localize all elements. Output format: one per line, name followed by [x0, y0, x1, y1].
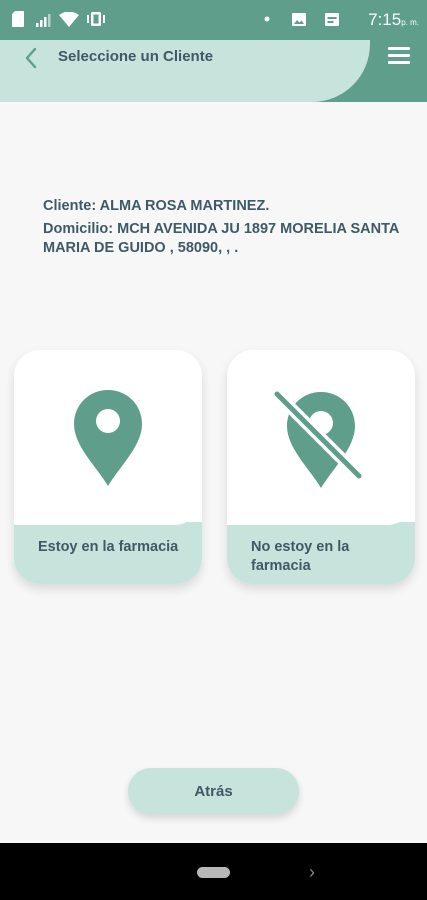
- menu-button[interactable]: [386, 44, 412, 66]
- wifi-icon: [59, 12, 79, 27]
- option-in-pharmacy[interactable]: Estoy en la farmacia: [14, 350, 202, 584]
- page-title: Seleccione un Cliente: [58, 48, 214, 65]
- dot-icon: [264, 16, 270, 22]
- calendar-icon: [325, 13, 339, 26]
- system-navigation-bar: ›: [0, 843, 427, 900]
- back-arrow-button[interactable]: [18, 45, 44, 71]
- client-address: Domicilio: MCH AVENIDA JU 1897 MORELIA S…: [43, 221, 399, 256]
- option-not-in-pharmacy[interactable]: No estoy en la farmacia: [227, 350, 415, 584]
- client-info: Cliente: ALMA ROSA MARTINEZ. Domicilio: …: [43, 197, 403, 258]
- status-bar: 7:15p. m.: [0, 0, 427, 40]
- vibrate-icon: [87, 12, 105, 26]
- chevron-left-icon: [25, 47, 37, 69]
- nav-chevron-right-icon[interactable]: ›: [309, 862, 315, 883]
- signal-icon: [36, 14, 51, 27]
- option-label: Estoy en la farmacia: [38, 539, 179, 555]
- map-pin-icon: [74, 390, 142, 486]
- client-name: Cliente: ALMA ROSA MARTINEZ.: [43, 198, 270, 214]
- status-time: 7:15p. m.: [368, 10, 419, 29]
- map-pin-off-icon: [271, 388, 365, 488]
- home-pill-button[interactable]: [197, 867, 230, 878]
- option-label: No estoy en la farmacia: [251, 539, 350, 574]
- image-icon: [292, 13, 306, 26]
- sd-card-icon: [12, 11, 24, 27]
- back-button[interactable]: Atrás: [128, 768, 299, 814]
